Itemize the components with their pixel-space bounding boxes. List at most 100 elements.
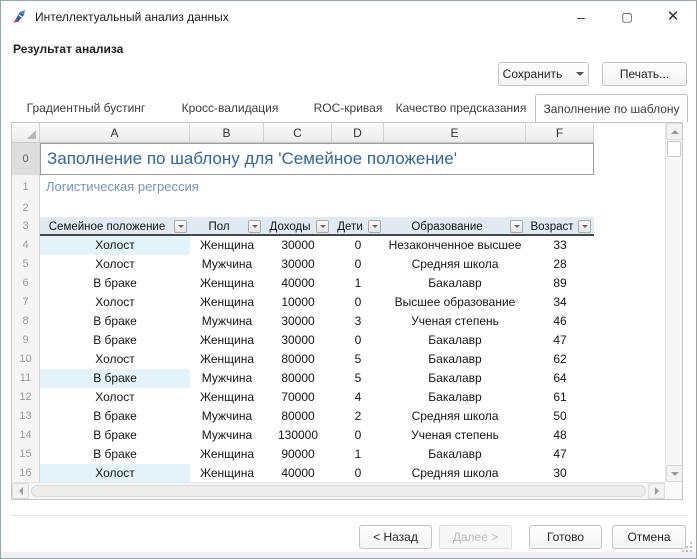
grid-cell[interactable]: 0 [332, 236, 384, 255]
grid-cell[interactable]: 10000 [264, 293, 332, 312]
grid-cell[interactable]: 48 [526, 426, 594, 445]
grid-cell[interactable]: 64 [526, 369, 594, 388]
grid-cell[interactable]: Бакалавр [384, 331, 526, 350]
cancel-button[interactable]: Отмена [612, 525, 686, 549]
grid-cell[interactable]: Мужчина [190, 255, 264, 274]
grid-cell[interactable]: Мужчина [190, 312, 264, 331]
grid-cell[interactable]: Мужчина [190, 426, 264, 445]
grid-cell[interactable]: Холост [40, 255, 190, 274]
horizontal-scrollbar-thumb[interactable] [31, 485, 646, 497]
scroll-up-button[interactable] [666, 123, 683, 140]
row-header-16[interactable]: 16 [12, 464, 40, 483]
resize-grip-icon[interactable] [682, 542, 692, 552]
grid-cell[interactable]: 28 [526, 255, 594, 274]
grid-cell[interactable]: Ученая степень [384, 312, 526, 331]
print-button[interactable]: Печать... [602, 62, 687, 86]
column-header-E[interactable]: E [384, 123, 526, 143]
row-header-7[interactable]: 7 [12, 293, 40, 312]
grid-cell[interactable]: В браке [40, 426, 190, 445]
tab-3[interactable]: ROC-кривая [303, 94, 393, 122]
finish-button[interactable]: Готово [529, 525, 602, 549]
grid-cell[interactable]: Женщина [190, 236, 264, 255]
filter-dropdown-button[interactable] [316, 220, 329, 233]
grid-cell[interactable]: 30000 [264, 331, 332, 350]
grid-cell[interactable]: Холост [40, 293, 190, 312]
grid-cell[interactable]: 47 [526, 331, 594, 350]
column-header-F[interactable]: F [526, 123, 594, 143]
grid-cell[interactable]: Женщина [190, 350, 264, 369]
back-button[interactable]: < Назад [359, 525, 432, 549]
row-header-5[interactable]: 5 [12, 255, 40, 274]
grid-cell[interactable]: 0 [332, 464, 384, 483]
grid-cell[interactable]: 46 [526, 312, 594, 331]
grid-cell[interactable]: Средняя школа [384, 255, 526, 274]
filter-dropdown-button[interactable] [248, 220, 261, 233]
vertical-scrollbar[interactable] [665, 123, 682, 482]
grid-cell[interactable]: 1 [332, 445, 384, 464]
grid-cell[interactable]: 4 [332, 388, 384, 407]
grid-cell[interactable]: В браке [40, 331, 190, 350]
filter-dropdown-button[interactable] [174, 220, 187, 233]
grid-cell[interactable]: 5 [332, 369, 384, 388]
horizontal-scrollbar[interactable] [12, 482, 665, 499]
grid-cell[interactable]: 3 [332, 312, 384, 331]
grid-cell[interactable]: В браке [40, 407, 190, 426]
grid-cell[interactable]: 1 [332, 274, 384, 293]
grid-cell[interactable]: Высшее образование [384, 293, 526, 312]
grid-cell[interactable]: Холост [40, 388, 190, 407]
grid-cell[interactable]: Мужчина [190, 369, 264, 388]
row-header-4[interactable]: 4 [12, 236, 40, 255]
maximize-button[interactable]: ▢ [604, 1, 650, 33]
scroll-down-button[interactable] [666, 465, 683, 482]
save-button[interactable]: Сохранить [498, 62, 589, 86]
grid-cell[interactable]: В браке [40, 312, 190, 331]
tab-5[interactable]: Заполнение по шаблону [535, 94, 688, 122]
close-button[interactable]: ✕ [650, 1, 696, 33]
grid-cell[interactable]: Женщина [190, 293, 264, 312]
grid-cell[interactable]: 30000 [264, 255, 332, 274]
grid-cell[interactable]: Незаконченное высшее [384, 236, 526, 255]
grid-cell[interactable]: Бакалавр [384, 274, 526, 293]
grid-cell[interactable]: Женщина [190, 464, 264, 483]
grid-cell[interactable]: Бакалавр [384, 445, 526, 464]
grid-cell[interactable]: Средняя школа [384, 407, 526, 426]
grid-cell[interactable]: Ученая степень [384, 426, 526, 445]
grid-cell[interactable]: 30000 [264, 312, 332, 331]
grid-cell[interactable]: 62 [526, 350, 594, 369]
grid-cell[interactable]: 47 [526, 445, 594, 464]
grid-title-cell[interactable]: Заполнение по шаблону для 'Семейное поло… [40, 143, 594, 175]
grid-cell[interactable]: 80000 [264, 369, 332, 388]
grid-cell[interactable]: 40000 [264, 274, 332, 293]
grid-cell[interactable]: В браке [40, 274, 190, 293]
grid-cell[interactable]: Бакалавр [384, 369, 526, 388]
grid-cell[interactable]: 50 [526, 407, 594, 426]
column-header-D[interactable]: D [332, 123, 384, 143]
grid-cell[interactable]: 61 [526, 388, 594, 407]
grid-cell[interactable]: 130000 [264, 426, 332, 445]
grid-cell[interactable]: 0 [332, 331, 384, 350]
grid-cell[interactable]: 34 [526, 293, 594, 312]
filter-dropdown-button[interactable] [510, 220, 523, 233]
scroll-right-button[interactable] [648, 483, 665, 499]
scroll-left-button[interactable] [12, 483, 29, 499]
row-header-10[interactable]: 10 [12, 350, 40, 369]
grid-cell[interactable]: Женщина [190, 388, 264, 407]
grid-cell[interactable]: 30000 [264, 236, 332, 255]
grid-cell[interactable]: Холост [40, 464, 190, 483]
row-header-1[interactable]: 1 [12, 175, 40, 199]
save-dropdown-arrow-icon[interactable] [576, 72, 584, 76]
row-header-12[interactable]: 12 [12, 388, 40, 407]
grid-cell[interactable]: Бакалавр [384, 388, 526, 407]
row-header-13[interactable]: 13 [12, 407, 40, 426]
grid-cell[interactable]: Женщина [190, 445, 264, 464]
grid-cell[interactable]: 0 [332, 255, 384, 274]
grid-cell[interactable]: 89 [526, 274, 594, 293]
tab-1[interactable]: Градиентный бустинг [23, 94, 149, 122]
grid-cell[interactable]: 0 [332, 426, 384, 445]
row-header-11[interactable]: 11 [12, 369, 40, 388]
row-header-8[interactable]: 8 [12, 312, 40, 331]
grid-cell[interactable]: 33 [526, 236, 594, 255]
grid-cell[interactable]: В браке [40, 445, 190, 464]
grid-cell[interactable]: 0 [332, 293, 384, 312]
grid-cell[interactable]: Бакалавр [384, 350, 526, 369]
